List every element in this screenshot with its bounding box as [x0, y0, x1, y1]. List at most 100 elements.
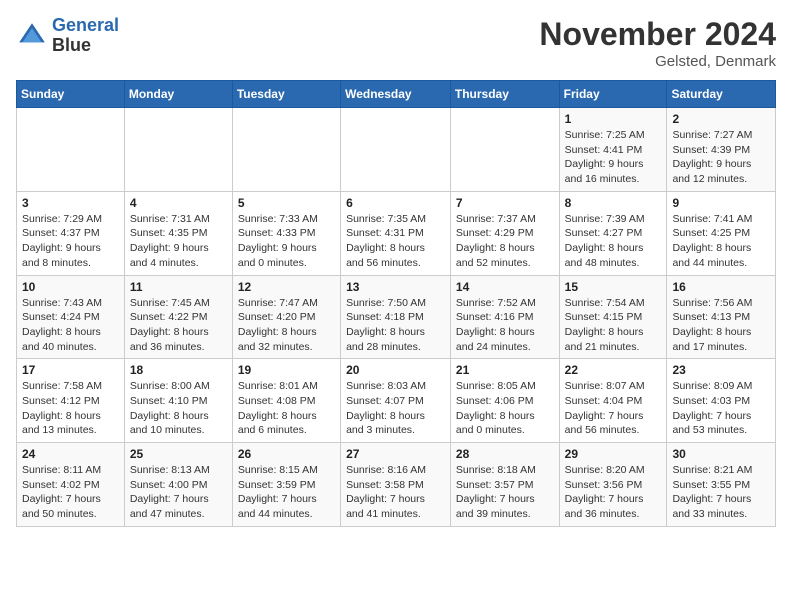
calendar-cell	[124, 108, 232, 192]
day-info: Sunrise: 8:01 AM Sunset: 4:08 PM Dayligh…	[238, 379, 335, 438]
day-info: Sunrise: 8:09 AM Sunset: 4:03 PM Dayligh…	[672, 379, 770, 438]
calendar-cell: 3 Sunrise: 7:29 AM Sunset: 4:37 PM Daylig…	[17, 191, 125, 275]
calendar-cell: 20 Sunrise: 8:03 AM Sunset: 4:07 PM Dayli…	[341, 359, 451, 443]
calendar-cell: 10Sunrise: 7:43 AM Sunset: 4:24 PM Dayli…	[17, 275, 125, 359]
calendar-cell: 1 Sunrise: 7:25 AM Sunset: 4:41 PM Daylig…	[559, 108, 667, 192]
day-info: Sunrise: 8:20 AM Sunset: 3:56 PM Dayligh…	[565, 463, 662, 522]
day-info: Sunrise: 7:33 AM Sunset: 4:33 PM Dayligh…	[238, 212, 335, 271]
day-number: 13	[346, 280, 445, 294]
calendar-cell: 18Sunrise: 8:00 AM Sunset: 4:10 PM Dayli…	[124, 359, 232, 443]
calendar-cell: 8 Sunrise: 7:39 AM Sunset: 4:27 PM Daylig…	[559, 191, 667, 275]
calendar-cell: 29 Sunrise: 8:20 AM Sunset: 3:56 PM Dayli…	[559, 443, 667, 527]
week-row-2: 3 Sunrise: 7:29 AM Sunset: 4:37 PM Daylig…	[17, 191, 776, 275]
logo-icon	[16, 20, 48, 52]
calendar-cell: 13Sunrise: 7:50 AM Sunset: 4:18 PM Dayli…	[341, 275, 451, 359]
day-number: 18	[130, 363, 227, 377]
day-info: Sunrise: 7:35 AM Sunset: 4:31 PM Dayligh…	[346, 212, 445, 271]
day-info: Sunrise: 7:37 AM Sunset: 4:29 PM Dayligh…	[456, 212, 554, 271]
day-number: 16	[672, 280, 770, 294]
day-number: 28	[456, 447, 554, 461]
day-info: Sunrise: 7:47 AM Sunset: 4:20 PM Dayligh…	[238, 296, 335, 355]
day-number: 1	[565, 112, 662, 126]
day-info: Sunrise: 7:58 AM Sunset: 4:12 PM Dayligh…	[22, 379, 119, 438]
day-info: Sunrise: 7:39 AM Sunset: 4:27 PM Dayligh…	[565, 212, 662, 271]
month-title: November 2024	[539, 16, 776, 53]
day-number: 30	[672, 447, 770, 461]
day-info: Sunrise: 7:52 AM Sunset: 4:16 PM Dayligh…	[456, 296, 554, 355]
day-info: Sunrise: 8:16 AM Sunset: 3:58 PM Dayligh…	[346, 463, 445, 522]
day-number: 29	[565, 447, 662, 461]
calendar-cell: 21Sunrise: 8:05 AM Sunset: 4:06 PM Dayli…	[450, 359, 559, 443]
calendar-cell: 15 Sunrise: 7:54 AM Sunset: 4:15 PM Dayli…	[559, 275, 667, 359]
week-row-3: 10Sunrise: 7:43 AM Sunset: 4:24 PM Dayli…	[17, 275, 776, 359]
day-number: 8	[565, 196, 662, 210]
day-number: 25	[130, 447, 227, 461]
page-header: General Blue November 2024 Gelsted, Denm…	[16, 16, 776, 70]
calendar-cell	[17, 108, 125, 192]
calendar-cell: 2 Sunrise: 7:27 AM Sunset: 4:39 PM Daylig…	[667, 108, 776, 192]
calendar-cell: 22Sunrise: 8:07 AM Sunset: 4:04 PM Dayli…	[559, 359, 667, 443]
day-number: 15	[565, 280, 662, 294]
calendar-cell: 4Sunrise: 7:31 AM Sunset: 4:35 PM Daylig…	[124, 191, 232, 275]
day-info: Sunrise: 7:54 AM Sunset: 4:15 PM Dayligh…	[565, 296, 662, 355]
day-number: 6	[346, 196, 445, 210]
day-number: 3	[22, 196, 119, 210]
day-info: Sunrise: 7:27 AM Sunset: 4:39 PM Dayligh…	[672, 128, 770, 187]
calendar: SundayMondayTuesdayWednesdayThursdayFrid…	[16, 80, 776, 527]
day-number: 27	[346, 447, 445, 461]
day-number: 9	[672, 196, 770, 210]
day-number: 11	[130, 280, 227, 294]
calendar-cell: 9 Sunrise: 7:41 AM Sunset: 4:25 PM Daylig…	[667, 191, 776, 275]
calendar-cell: 7 Sunrise: 7:37 AM Sunset: 4:29 PM Daylig…	[450, 191, 559, 275]
weekday-header-sunday: Sunday	[17, 81, 125, 108]
calendar-cell: 23 Sunrise: 8:09 AM Sunset: 4:03 PM Dayli…	[667, 359, 776, 443]
calendar-cell: 19 Sunrise: 8:01 AM Sunset: 4:08 PM Dayli…	[232, 359, 340, 443]
day-number: 23	[672, 363, 770, 377]
day-info: Sunrise: 7:31 AM Sunset: 4:35 PM Dayligh…	[130, 212, 227, 271]
day-number: 21	[456, 363, 554, 377]
day-info: Sunrise: 8:03 AM Sunset: 4:07 PM Dayligh…	[346, 379, 445, 438]
weekday-header-tuesday: Tuesday	[232, 81, 340, 108]
calendar-cell	[341, 108, 451, 192]
day-number: 2	[672, 112, 770, 126]
day-number: 10	[22, 280, 119, 294]
calendar-cell: 14 Sunrise: 7:52 AM Sunset: 4:16 PM Dayli…	[450, 275, 559, 359]
day-info: Sunrise: 7:56 AM Sunset: 4:13 PM Dayligh…	[672, 296, 770, 355]
week-row-1: 1 Sunrise: 7:25 AM Sunset: 4:41 PM Daylig…	[17, 108, 776, 192]
day-info: Sunrise: 8:13 AM Sunset: 4:00 PM Dayligh…	[130, 463, 227, 522]
day-info: Sunrise: 7:25 AM Sunset: 4:41 PM Dayligh…	[565, 128, 662, 187]
day-info: Sunrise: 8:18 AM Sunset: 3:57 PM Dayligh…	[456, 463, 554, 522]
day-info: Sunrise: 8:07 AM Sunset: 4:04 PM Dayligh…	[565, 379, 662, 438]
calendar-cell: 24Sunrise: 8:11 AM Sunset: 4:02 PM Dayli…	[17, 443, 125, 527]
day-number: 24	[22, 447, 119, 461]
calendar-cell: 12 Sunrise: 7:47 AM Sunset: 4:20 PM Dayli…	[232, 275, 340, 359]
weekday-header-row: SundayMondayTuesdayWednesdayThursdayFrid…	[17, 81, 776, 108]
day-info: Sunrise: 7:45 AM Sunset: 4:22 PM Dayligh…	[130, 296, 227, 355]
calendar-cell: 11 Sunrise: 7:45 AM Sunset: 4:22 PM Dayli…	[124, 275, 232, 359]
calendar-cell: 25 Sunrise: 8:13 AM Sunset: 4:00 PM Dayli…	[124, 443, 232, 527]
day-number: 14	[456, 280, 554, 294]
day-number: 20	[346, 363, 445, 377]
day-number: 5	[238, 196, 335, 210]
day-info: Sunrise: 8:15 AM Sunset: 3:59 PM Dayligh…	[238, 463, 335, 522]
day-number: 17	[22, 363, 119, 377]
weekday-header-saturday: Saturday	[667, 81, 776, 108]
logo-text: General Blue	[52, 16, 119, 56]
calendar-cell: 27 Sunrise: 8:16 AM Sunset: 3:58 PM Dayli…	[341, 443, 451, 527]
day-info: Sunrise: 7:29 AM Sunset: 4:37 PM Dayligh…	[22, 212, 119, 271]
location: Gelsted, Denmark	[539, 53, 776, 70]
title-block: November 2024 Gelsted, Denmark	[539, 16, 776, 70]
calendar-cell: 6 Sunrise: 7:35 AM Sunset: 4:31 PM Daylig…	[341, 191, 451, 275]
day-number: 12	[238, 280, 335, 294]
calendar-cell	[232, 108, 340, 192]
day-number: 26	[238, 447, 335, 461]
calendar-cell	[450, 108, 559, 192]
day-info: Sunrise: 7:41 AM Sunset: 4:25 PM Dayligh…	[672, 212, 770, 271]
calendar-cell: 16 Sunrise: 7:56 AM Sunset: 4:13 PM Dayli…	[667, 275, 776, 359]
day-number: 19	[238, 363, 335, 377]
calendar-cell: 28 Sunrise: 8:18 AM Sunset: 3:57 PM Dayli…	[450, 443, 559, 527]
day-number: 7	[456, 196, 554, 210]
week-row-4: 17 Sunrise: 7:58 AM Sunset: 4:12 PM Dayli…	[17, 359, 776, 443]
week-row-5: 24Sunrise: 8:11 AM Sunset: 4:02 PM Dayli…	[17, 443, 776, 527]
weekday-header-thursday: Thursday	[450, 81, 559, 108]
